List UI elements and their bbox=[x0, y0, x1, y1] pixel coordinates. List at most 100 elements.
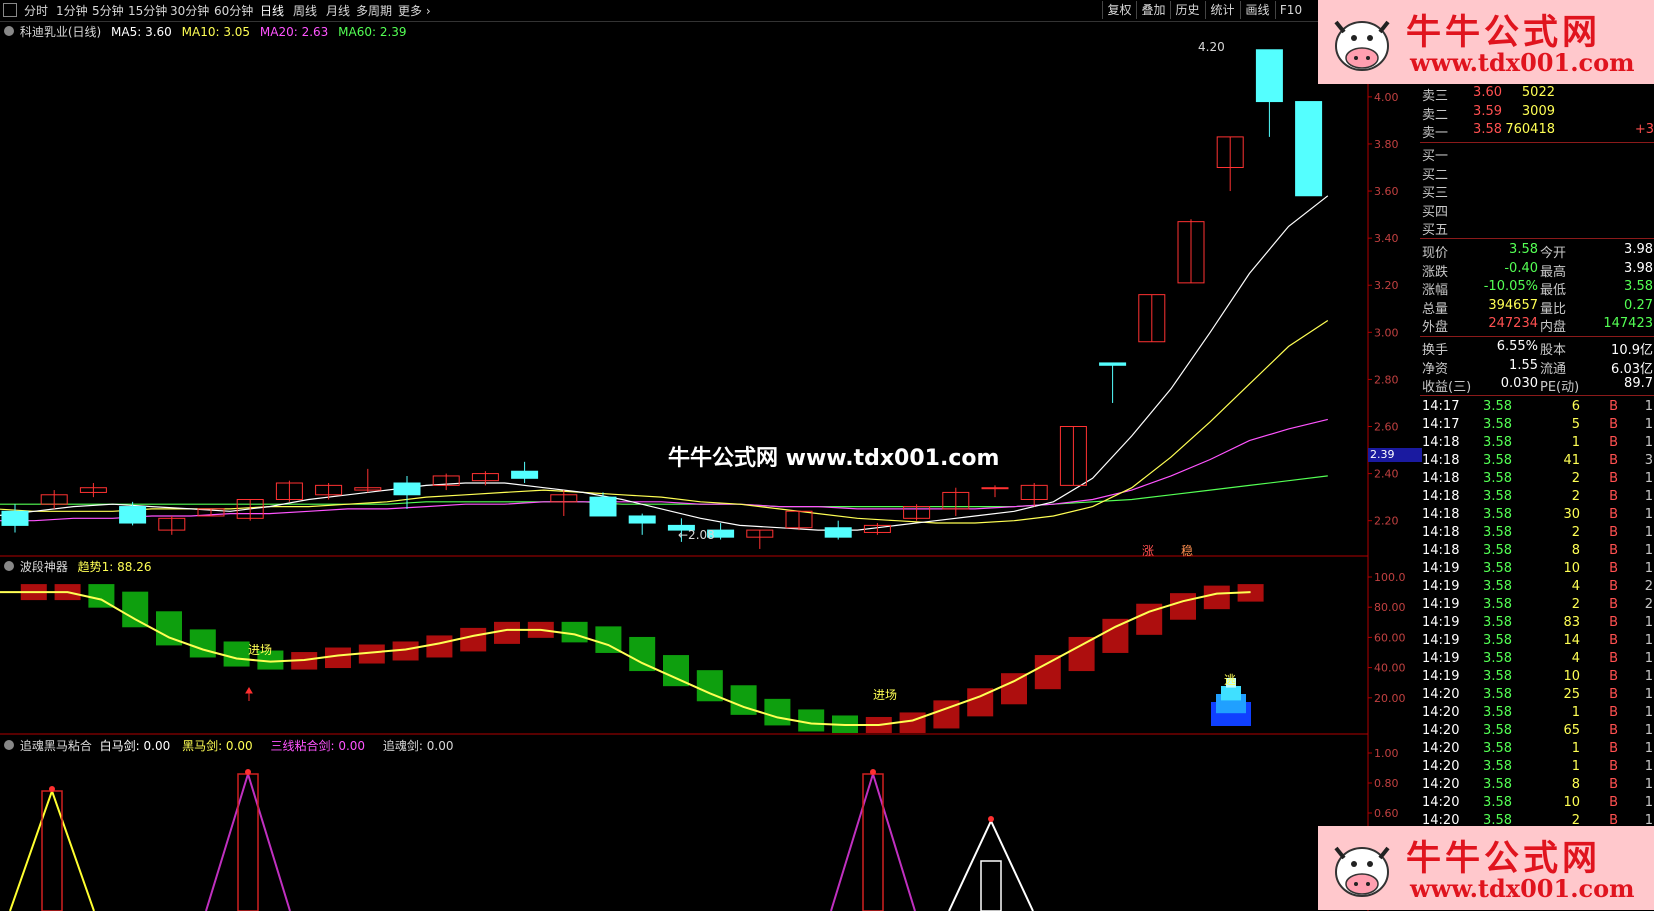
cell: B bbox=[1609, 705, 1618, 720]
toolbar-button-2[interactable]: 历史 bbox=[1170, 1, 1204, 19]
sell-row: 卖一 3.58 760418 +3 bbox=[1420, 122, 1654, 141]
cell: 4 bbox=[1571, 579, 1580, 594]
period-tab-7[interactable]: 周线 bbox=[293, 2, 317, 19]
cell: 3.98 bbox=[1624, 242, 1653, 257]
ind1-bar bbox=[1001, 673, 1027, 705]
period-tab-8[interactable]: 月线 bbox=[326, 2, 350, 19]
cell: 2 bbox=[1644, 579, 1653, 594]
period-tab-2[interactable]: 5分钟 bbox=[92, 2, 124, 19]
price-tick-label: 2.40 bbox=[1374, 468, 1399, 481]
ind1-tick-label: 100.0 bbox=[1374, 571, 1406, 584]
fund-row: 换手 6.55% 股本 10.9亿 bbox=[1420, 339, 1654, 358]
cell: 14:18 bbox=[1422, 525, 1460, 540]
black-sword-value: 黑马剑: 0.00 bbox=[182, 739, 253, 753]
indicator2-menu-icon[interactable] bbox=[4, 740, 14, 750]
cell: 14:18 bbox=[1422, 507, 1460, 522]
tick-row: 14:19 3.58 4 B 2 bbox=[1420, 579, 1654, 597]
cell: 3.58 bbox=[1483, 489, 1512, 504]
cell: 5022 bbox=[1521, 85, 1555, 100]
ind1-bar bbox=[1102, 618, 1129, 653]
cell: 最低 bbox=[1540, 283, 1567, 298]
ind1-bar bbox=[1203, 585, 1230, 610]
tick-row: 14:17 3.58 6 B 1 bbox=[1420, 399, 1654, 417]
cell: B bbox=[1609, 687, 1618, 702]
toolbar-button-3[interactable]: 统计 bbox=[1205, 1, 1239, 19]
cell: B bbox=[1609, 561, 1618, 576]
cell: 41 bbox=[1563, 453, 1580, 468]
entry-label-2: 进场 bbox=[873, 688, 898, 702]
cell: 14:18 bbox=[1422, 471, 1460, 486]
zhang-marker: 涨 bbox=[1142, 544, 1155, 558]
cell: 760418 bbox=[1505, 122, 1555, 137]
cell: 总量 bbox=[1422, 301, 1449, 317]
cell: 3.58 bbox=[1483, 417, 1512, 432]
cell: 1 bbox=[1644, 543, 1653, 558]
cell: B bbox=[1609, 489, 1618, 504]
cell: 1 bbox=[1571, 759, 1580, 774]
exit-pyramid-icon bbox=[1221, 686, 1241, 701]
cell: 3.58 bbox=[1473, 122, 1502, 137]
toolbar-button-5[interactable]: F10 bbox=[1275, 1, 1306, 19]
ma5-line bbox=[0, 195, 1329, 531]
panel-divider bbox=[1420, 142, 1654, 143]
cell: 1 bbox=[1644, 795, 1653, 810]
cell: 14:20 bbox=[1422, 813, 1460, 828]
cell: 收益(三) bbox=[1422, 380, 1472, 395]
period-tab-6[interactable]: 日线 bbox=[260, 2, 284, 19]
cell: 3009 bbox=[1521, 103, 1555, 119]
candle-body bbox=[589, 496, 617, 517]
cell: 外盘 bbox=[1422, 320, 1449, 335]
toolbar-button-0[interactable]: 复权 bbox=[1102, 1, 1136, 19]
period-tab-9[interactable]: 多周期 bbox=[356, 2, 392, 19]
cell: 1 bbox=[1644, 615, 1653, 630]
period-tab-0[interactable]: 分时 bbox=[24, 2, 48, 19]
cell: B bbox=[1609, 525, 1618, 540]
toolbar-button-1[interactable]: 叠加 bbox=[1136, 1, 1170, 19]
quote-row: 外盘 247234 内盘 147423 bbox=[1420, 316, 1654, 335]
cell: 1 bbox=[1644, 687, 1653, 702]
sword-bar bbox=[980, 860, 1002, 911]
cow-logo-icon bbox=[1334, 20, 1390, 71]
cell: 1 bbox=[1644, 813, 1653, 828]
candle-body bbox=[1099, 362, 1127, 366]
cell: 3.58 bbox=[1483, 741, 1512, 756]
ma10-label: MA10: 3.05 bbox=[181, 25, 251, 39]
period-tab-10[interactable]: 更多 › bbox=[398, 2, 431, 19]
indicator1-menu-icon[interactable] bbox=[4, 561, 14, 571]
cell: B bbox=[1609, 435, 1618, 450]
cell: 3.58 bbox=[1483, 471, 1512, 486]
cell: 3.58 bbox=[1483, 615, 1512, 630]
cell: 1 bbox=[1644, 399, 1653, 414]
low-price-label: ←2.08 bbox=[678, 528, 715, 542]
ind1-bar bbox=[325, 647, 351, 669]
cell: 14:19 bbox=[1422, 615, 1460, 630]
candle-body bbox=[628, 515, 656, 524]
cell: 3.59 bbox=[1473, 103, 1502, 119]
candle-body bbox=[1255, 49, 1283, 103]
indicator1-name: 波段神器 bbox=[19, 560, 68, 574]
cell: 14:20 bbox=[1422, 723, 1460, 738]
cell: B bbox=[1609, 651, 1618, 666]
ind1-trend-line bbox=[0, 591, 1251, 726]
cell: 2 bbox=[1571, 489, 1580, 504]
cell: 0.27 bbox=[1624, 297, 1653, 313]
cell: B bbox=[1609, 669, 1618, 684]
period-tab-1[interactable]: 1分钟 bbox=[56, 2, 88, 19]
period-tab-4[interactable]: 30分钟 bbox=[170, 2, 209, 19]
cell: 股本 bbox=[1540, 343, 1567, 358]
ind1-bar bbox=[764, 698, 791, 726]
window-menu-icon[interactable] bbox=[3, 3, 17, 17]
cell: 3.58 bbox=[1483, 579, 1512, 594]
ma20-label: MA20: 2.63 bbox=[259, 25, 329, 39]
period-tab-3[interactable]: 15分钟 bbox=[128, 2, 167, 19]
price-tick-label: 4.00 bbox=[1374, 91, 1399, 104]
toolbar-button-4[interactable]: 画线 bbox=[1240, 1, 1274, 19]
tick-row: 14:18 3.58 8 B 1 bbox=[1420, 543, 1654, 561]
chart-menu-icon[interactable] bbox=[4, 26, 14, 36]
tick-row: 14:20 3.58 10 B 1 bbox=[1420, 795, 1654, 813]
cell: 14:18 bbox=[1422, 435, 1460, 450]
price-tick-label: 3.80 bbox=[1374, 138, 1399, 151]
period-tab-5[interactable]: 60分钟 bbox=[214, 2, 253, 19]
cell: 14 bbox=[1563, 633, 1580, 648]
ind1-tick-label: 40.00 bbox=[1374, 662, 1406, 675]
